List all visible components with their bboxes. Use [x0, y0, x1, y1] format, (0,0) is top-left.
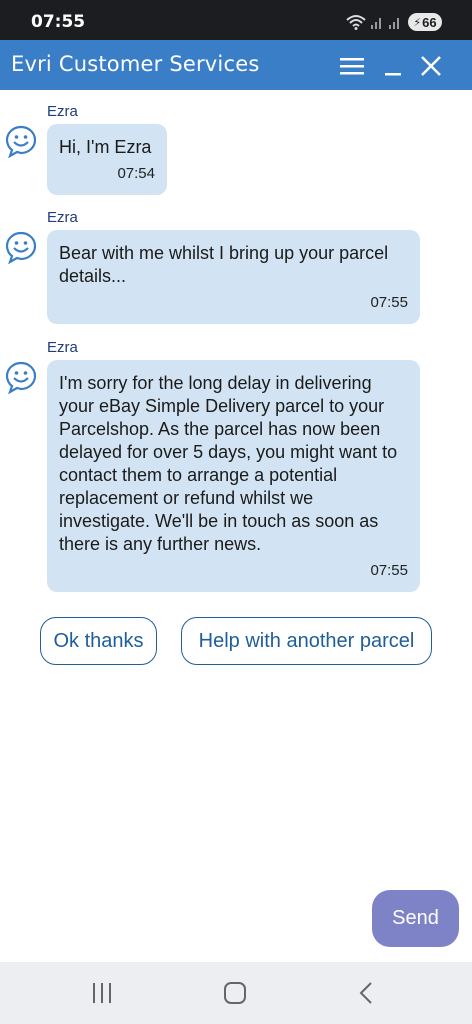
recents-button[interactable]	[88, 980, 116, 1006]
battery-indicator: ⚡ 66	[408, 13, 442, 31]
bot-avatar-icon	[5, 361, 37, 394]
message-text: Bear with me whilst I bring up your parc…	[59, 243, 389, 286]
message-text: I'm sorry for the long delay in deliveri…	[59, 373, 398, 554]
menu-icon	[340, 58, 364, 75]
header-title: Evri Customer Services	[11, 52, 260, 76]
navigation-bar	[0, 962, 472, 1024]
quick-reply-ok-thanks[interactable]: Ok thanks	[40, 617, 157, 665]
message-sender: Ezra	[47, 339, 78, 356]
back-icon	[359, 982, 372, 1004]
status-time: 07:55	[31, 12, 86, 32]
close-button[interactable]	[418, 53, 446, 79]
message-time: 07:54	[117, 165, 155, 182]
signal-icon	[371, 18, 399, 29]
back-button[interactable]	[353, 980, 381, 1006]
minimize-button[interactable]	[380, 53, 408, 79]
recents-icon	[93, 983, 111, 1003]
message-sender: Ezra	[47, 103, 78, 120]
home-icon	[224, 982, 246, 1004]
battery-level: 66	[422, 14, 437, 30]
message-sender: Ezra	[47, 209, 78, 226]
message-bubble: Bear with me whilst I bring up your parc…	[47, 230, 420, 324]
status-bar: 07:55 ⚡ 66	[0, 0, 472, 40]
chat-header: Evri Customer Services	[0, 40, 472, 90]
message-text: Hi, I'm Ezra	[59, 137, 152, 157]
message-time: 07:55	[370, 294, 408, 311]
send-button[interactable]: Send	[372, 890, 459, 947]
message-bubble: I'm sorry for the long delay in deliveri…	[47, 360, 420, 592]
close-icon	[421, 56, 441, 76]
bot-avatar-icon	[5, 125, 37, 158]
message-bubble: Hi, I'm Ezra 07:54	[47, 124, 167, 195]
bot-avatar-icon	[5, 231, 37, 264]
status-icons: ⚡ 66	[346, 12, 442, 32]
quick-reply-help-another-parcel[interactable]: Help with another parcel	[181, 617, 432, 665]
wifi-icon	[346, 15, 366, 30]
menu-button[interactable]	[339, 53, 367, 79]
message-time: 07:55	[370, 562, 408, 579]
battery-bolt-icon: ⚡	[413, 16, 422, 29]
minimize-icon	[385, 73, 401, 76]
home-button[interactable]	[221, 980, 249, 1006]
